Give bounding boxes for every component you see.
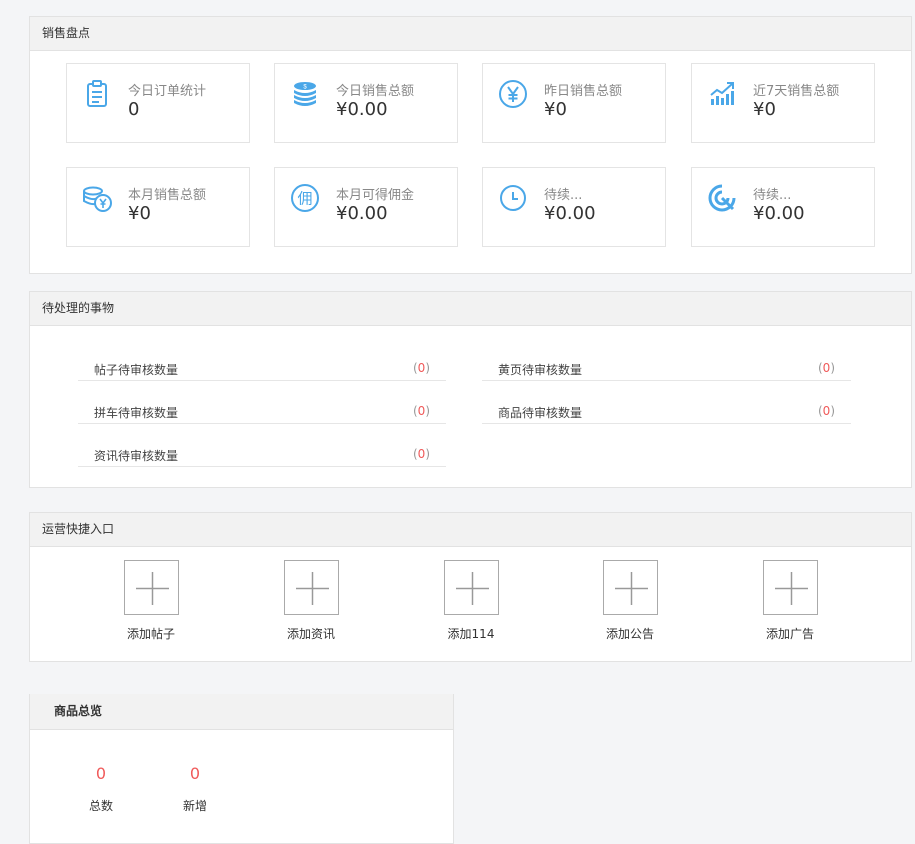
stat-value: ¥0.00 [753, 203, 805, 224]
quick-add-post[interactable]: 添加帖子 [111, 560, 191, 642]
pending-item-label: 资讯待审核数量 [94, 449, 179, 463]
trend-chart-icon [710, 82, 734, 105]
pending-item-news[interactable]: 资讯待审核数量 (0) [78, 439, 446, 467]
stat-value: ¥0.00 [544, 203, 596, 224]
goods-new-label: 新增 [182, 799, 207, 813]
goods-overview-title: 商品总览 [30, 694, 453, 730]
target-icon [708, 184, 736, 212]
add-news-button[interactable] [283, 560, 339, 615]
quick-add-news[interactable]: 添加资讯 [271, 560, 351, 642]
pending-item-label: 帖子待审核数量 [94, 363, 179, 377]
stat-label: 昨日销售总额 [544, 84, 623, 99]
stat-card-pending-2: 待续... ¥0.00 [691, 167, 875, 247]
stat-card-yesterday-sales: 昨日销售总额 ¥0 [482, 63, 666, 143]
quick-add-notice[interactable]: 添加公告 [590, 560, 670, 642]
stat-card-today-orders: 今日订单统计 0 [66, 63, 250, 143]
plus-icon [295, 572, 329, 605]
quick-add-114[interactable]: 添加114 [431, 560, 511, 642]
stat-label: 近7天销售总额 [753, 84, 840, 99]
add-ad-button[interactable] [762, 560, 818, 615]
stat-label: 今日销售总额 [336, 84, 415, 99]
pending-item-label: 黄页待审核数量 [498, 363, 583, 377]
stat-label: 待续... [753, 188, 792, 203]
add-notice-button[interactable] [602, 560, 658, 615]
stat-card-pending-1: 待续... ¥0.00 [482, 167, 666, 247]
goods-new-stat: 0 新增 [165, 764, 225, 814]
quick-label[interactable]: 添加帖子 [111, 625, 191, 642]
quick-entry-panel-title: 运营快捷入口 [30, 513, 911, 547]
pending-panel: 待处理的事物 帖子待审核数量 (0) 黄页待审核数量 (0) 拼车待审核数量 (… [29, 291, 912, 488]
sales-panel: 销售盘点 今日订单统计 0 $ 今日销售总额 ¥0.00 昨日销售总额 ¥0 近… [29, 16, 912, 274]
yen-circle-icon [499, 80, 527, 108]
pending-item-count: (0) [412, 361, 430, 375]
quick-label[interactable]: 添加广告 [750, 625, 830, 642]
pending-item-count: (0) [817, 361, 835, 375]
goods-new-value: 0 [189, 764, 201, 783]
stat-value: ¥0 [544, 99, 567, 120]
stat-card-today-sales: $ 今日销售总额 ¥0.00 [274, 63, 458, 143]
stat-label: 待续... [544, 188, 583, 203]
coins-yen-icon [83, 186, 112, 212]
quick-entry-panel: 运营快捷入口 添加帖子 添加资讯 添加114 添加公告 添加广告 [29, 512, 912, 662]
add-post-button[interactable] [123, 560, 179, 615]
stat-value: ¥0 [753, 99, 776, 120]
sales-panel-title: 销售盘点 [30, 17, 911, 51]
stat-card-month-sales: 本月销售总额 ¥0 [66, 167, 250, 247]
quick-label[interactable]: 添加公告 [590, 625, 670, 642]
pending-item-count: (0) [412, 447, 430, 461]
quick-label[interactable]: 添加资讯 [271, 625, 351, 642]
pending-item-posts[interactable]: 帖子待审核数量 (0) [78, 353, 446, 381]
stat-card-7day-sales: 近7天销售总额 ¥0 [691, 63, 875, 143]
coin-stack-icon: $ [294, 82, 316, 106]
pending-item-count: (0) [817, 404, 835, 418]
stat-label: 今日订单统计 [128, 84, 207, 99]
goods-total-label: 总数 [88, 799, 113, 813]
pending-item-carpool[interactable]: 拼车待审核数量 (0) [78, 396, 446, 424]
plus-icon [455, 572, 489, 605]
pending-item-yellowpages[interactable]: 黄页待审核数量 (0) [482, 353, 851, 381]
stat-value: ¥0.00 [336, 203, 388, 224]
commission-icon: 佣 [291, 184, 319, 212]
goods-total-value: 0 [95, 764, 107, 783]
plus-icon [614, 572, 648, 605]
goods-overview-panel: 商品总览 0 总数 0 新增 [29, 694, 454, 844]
pending-item-count: (0) [412, 404, 430, 418]
clipboard-icon [87, 80, 107, 107]
stat-value: ¥0 [128, 203, 151, 224]
clock-icon [500, 185, 526, 211]
stat-label: 本月可得佣金 [336, 188, 415, 203]
pending-item-label: 拼车待审核数量 [94, 406, 179, 420]
add-114-button[interactable] [443, 560, 499, 615]
stat-label: 本月销售总额 [128, 188, 207, 203]
pending-panel-title: 待处理的事物 [30, 292, 911, 326]
svg-text:佣: 佣 [297, 190, 312, 208]
pending-item-goods[interactable]: 商品待审核数量 (0) [482, 396, 851, 424]
quick-label[interactable]: 添加114 [431, 625, 511, 642]
pending-item-label: 商品待审核数量 [498, 406, 583, 420]
stat-value: ¥0.00 [336, 99, 388, 120]
stat-card-month-commission: 佣 本月可得佣金 ¥0.00 [274, 167, 458, 247]
goods-total-stat: 0 总数 [71, 764, 131, 814]
plus-icon [135, 572, 169, 605]
stat-value: 0 [128, 99, 140, 120]
quick-add-ad[interactable]: 添加广告 [750, 560, 830, 642]
plus-icon [774, 572, 808, 605]
